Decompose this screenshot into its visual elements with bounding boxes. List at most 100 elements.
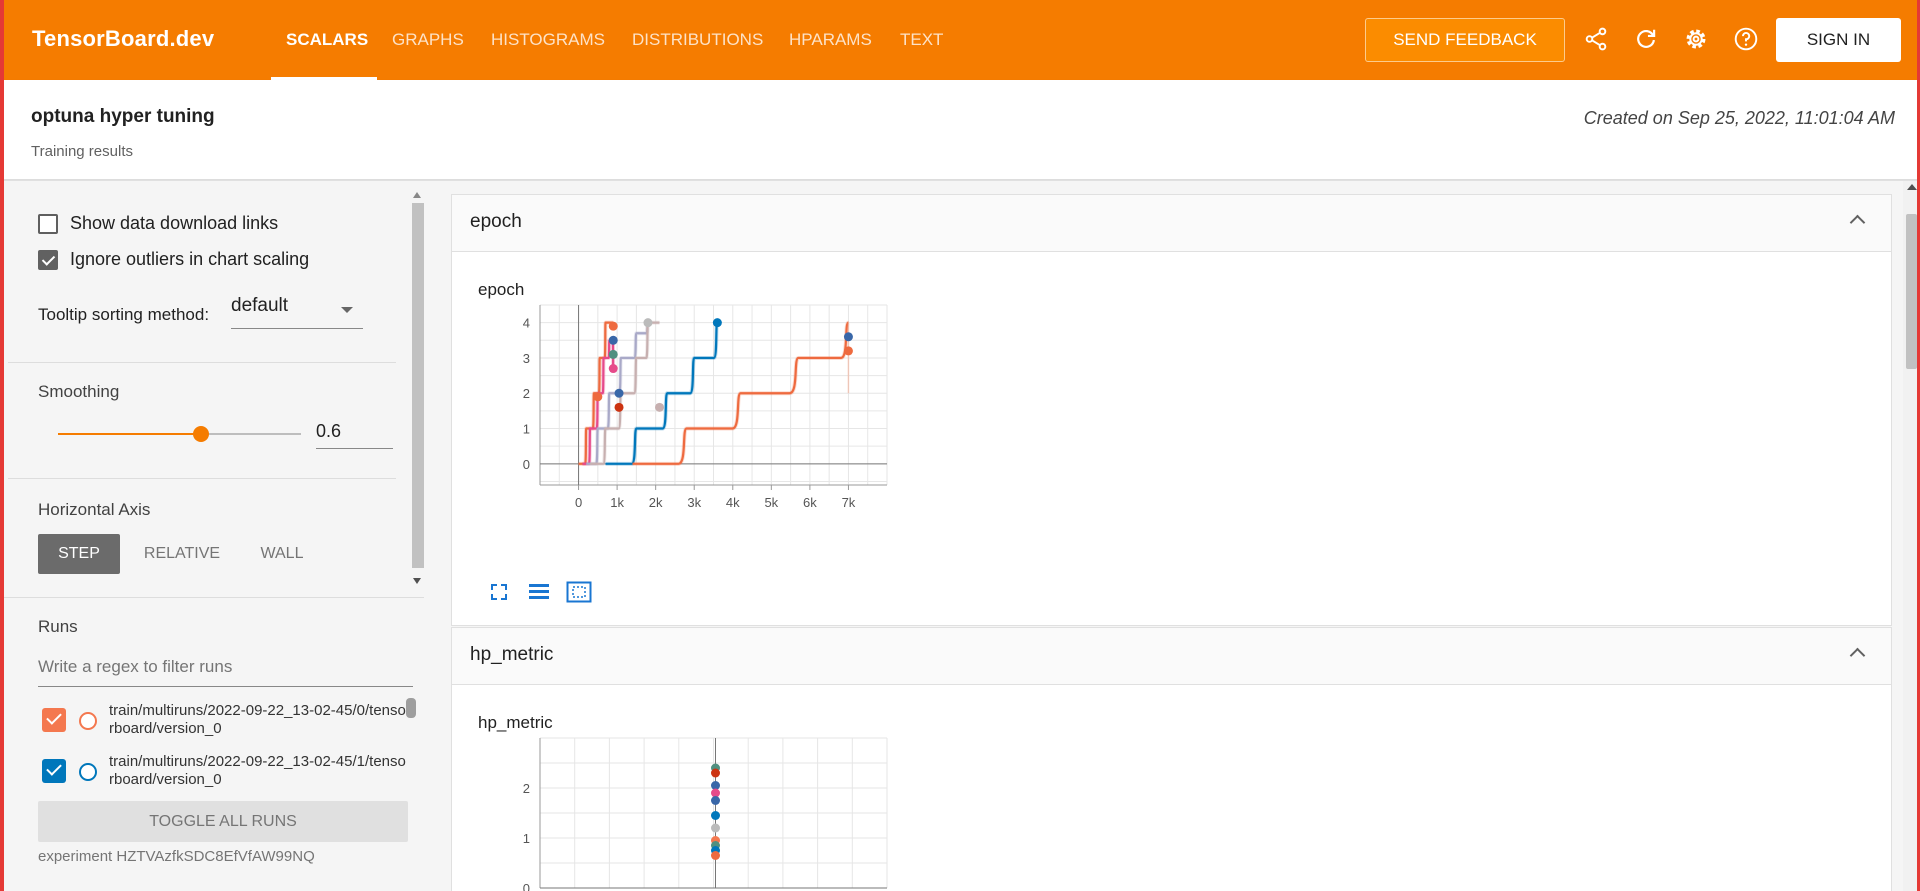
- runs-label: Runs: [38, 617, 78, 636]
- experiment-id: experiment HZTVAzfkSDC8EfVfAW99NQ: [38, 848, 315, 865]
- divider: [4, 597, 424, 598]
- ignore-outliers-checkbox[interactable]: [38, 250, 58, 270]
- data-point: [711, 796, 720, 805]
- data-point: [711, 768, 720, 778]
- y-tick-label: 4: [523, 316, 530, 331]
- refresh-icon[interactable]: [1631, 24, 1661, 54]
- epoch-chart[interactable]: 0 1k 2k 3k 4k 5k 6k 7k 0 1 2 3 4: [452, 295, 902, 565]
- tab-text[interactable]: TEXT: [900, 30, 943, 50]
- hp-metric-card: hp_metric hp_metric 0 1 2: [451, 627, 1892, 891]
- y-tick-label: 1: [523, 831, 530, 846]
- epoch-card: epoch epoch 0 1k 2k 3k 4k 5k 6k 7k 0 1 2 3 4: [451, 194, 1892, 626]
- experiment-subtitle: Training results: [31, 143, 133, 160]
- divider: [8, 478, 396, 479]
- y-tick-label: 2: [523, 781, 530, 796]
- main-scrollbar-thumb[interactable]: [1906, 214, 1917, 369]
- tab-histograms[interactable]: HISTOGRAMS: [491, 30, 605, 50]
- data-point: [608, 364, 618, 374]
- smoothing-slider[interactable]: [58, 426, 301, 442]
- axis-step-button[interactable]: STEP: [38, 534, 120, 574]
- show-download-links-label: Show data download links: [70, 213, 279, 233]
- run-color-swatch[interactable]: [79, 712, 97, 730]
- data-point: [711, 851, 720, 860]
- brand-title[interactable]: TensorBoard.dev: [32, 26, 214, 52]
- run-checkbox[interactable]: [42, 708, 66, 732]
- data-point: [655, 402, 665, 412]
- hp-metric-card-header[interactable]: hp_metric: [452, 628, 1891, 685]
- tooltip-sorting-label: Tooltip sorting method:: [38, 305, 210, 324]
- send-feedback-button[interactable]: SEND FEEDBACK: [1365, 18, 1565, 62]
- sign-in-button[interactable]: SIGN IN: [1776, 18, 1901, 62]
- axis-relative-button[interactable]: RELATIVE: [134, 534, 230, 574]
- y-tick-label: 0: [523, 881, 530, 891]
- tooltip-sorting-value: default: [231, 295, 289, 316]
- toggle-y-log-icon[interactable]: [526, 579, 552, 605]
- axis-wall-button[interactable]: WALL: [244, 534, 320, 574]
- ignore-outliers-label: Ignore outliers in chart scaling: [70, 249, 310, 269]
- y-tick-label: 3: [523, 351, 530, 366]
- y-tick-label: 0: [523, 457, 530, 472]
- data-point: [711, 823, 720, 833]
- scroll-up-arrow-icon[interactable]: [1907, 184, 1917, 190]
- toggle-all-runs-button[interactable]: TOGGLE ALL RUNS: [38, 801, 408, 842]
- run-name: train/multiruns/2022-09-22_13-02-45/1/te…: [109, 753, 406, 788]
- data-point: [614, 402, 624, 412]
- show-download-links-checkbox[interactable]: [38, 214, 58, 234]
- data-point: [608, 349, 618, 359]
- smoothing-value-input[interactable]: 0.6: [316, 421, 393, 449]
- window-border-left: [0, 0, 4, 891]
- chart-title: hp_metric: [478, 713, 553, 732]
- run-item[interactable]: train/multiruns/2022-09-22_13-02-45/0/te…: [42, 702, 406, 742]
- x-tick-label: 3k: [687, 495, 701, 510]
- experiment-header: optuna hyper tuning Training results Cre…: [0, 80, 1920, 180]
- settings-sidebar: Show data download links Ignore outliers…: [4, 181, 424, 891]
- y-tick-label: 1: [523, 422, 530, 437]
- x-tick-label: 2k: [649, 495, 663, 510]
- tab-graphs[interactable]: GRAPHS: [392, 30, 464, 50]
- fullscreen-icon[interactable]: [486, 579, 512, 605]
- data-point: [608, 335, 618, 345]
- smoothing-slider-handle[interactable]: [192, 426, 209, 442]
- x-tick-label: 7k: [842, 495, 856, 510]
- smoothing-label: Smoothing: [38, 382, 120, 401]
- run-checkbox[interactable]: [42, 759, 66, 783]
- x-tick-label: 0: [575, 495, 582, 510]
- run-item[interactable]: train/multiruns/2022-09-22_13-02-45/1/te…: [42, 753, 406, 793]
- chevron-up-icon[interactable]: [1849, 647, 1866, 664]
- divider: [8, 362, 396, 363]
- tab-scalars[interactable]: SCALARS: [286, 30, 368, 50]
- card-title: epoch: [470, 211, 522, 232]
- x-tick-label: 6k: [803, 495, 817, 510]
- settings-scrollbar-thumb[interactable]: [412, 203, 424, 568]
- horizontal-axis-label: Horizontal Axis: [38, 500, 151, 519]
- share-icon[interactable]: [1581, 24, 1611, 54]
- tooltip-sorting-select[interactable]: default: [231, 295, 363, 329]
- y-tick-label: 2: [523, 386, 530, 401]
- settings-scrollbar[interactable]: [410, 191, 424, 586]
- tab-distributions[interactable]: DISTRIBUTIONS: [632, 30, 763, 50]
- x-tick-label: 4k: [726, 495, 740, 510]
- help-icon[interactable]: [1731, 24, 1761, 54]
- card-title: hp_metric: [470, 644, 554, 665]
- epoch-card-header[interactable]: epoch: [452, 195, 1891, 252]
- settings-icon[interactable]: [1681, 24, 1711, 54]
- tab-hparams[interactable]: HPARAMS: [789, 30, 872, 50]
- data-point: [614, 388, 624, 398]
- chevron-up-icon[interactable]: [1849, 214, 1866, 231]
- run-color-swatch[interactable]: [79, 763, 97, 781]
- runs-filter-input[interactable]: Write a regex to filter runs: [38, 657, 413, 687]
- x-tick-label: 1k: [610, 495, 624, 510]
- x-tick-label: 5k: [764, 495, 778, 510]
- run-name: train/multiruns/2022-09-22_13-02-45/0/te…: [109, 702, 406, 737]
- dropdown-caret-icon: [341, 307, 353, 313]
- data-point: [712, 318, 722, 328]
- runs-scrollbar-thumb[interactable]: [406, 698, 416, 718]
- hp-metric-chart[interactable]: 0 1 2: [452, 733, 902, 891]
- created-timestamp: Created on Sep 25, 2022, 11:01:04 AM: [1583, 108, 1895, 128]
- data-point: [843, 332, 853, 342]
- data-point: [711, 811, 720, 820]
- scalars-main-panel: epoch epoch 0 1k 2k 3k 4k 5k 6k 7k 0 1 2 3 4 hp_metr…: [424, 181, 1920, 891]
- data-point: [843, 346, 853, 356]
- experiment-title: optuna hyper tuning: [31, 106, 215, 127]
- fit-domain-icon[interactable]: [566, 579, 592, 605]
